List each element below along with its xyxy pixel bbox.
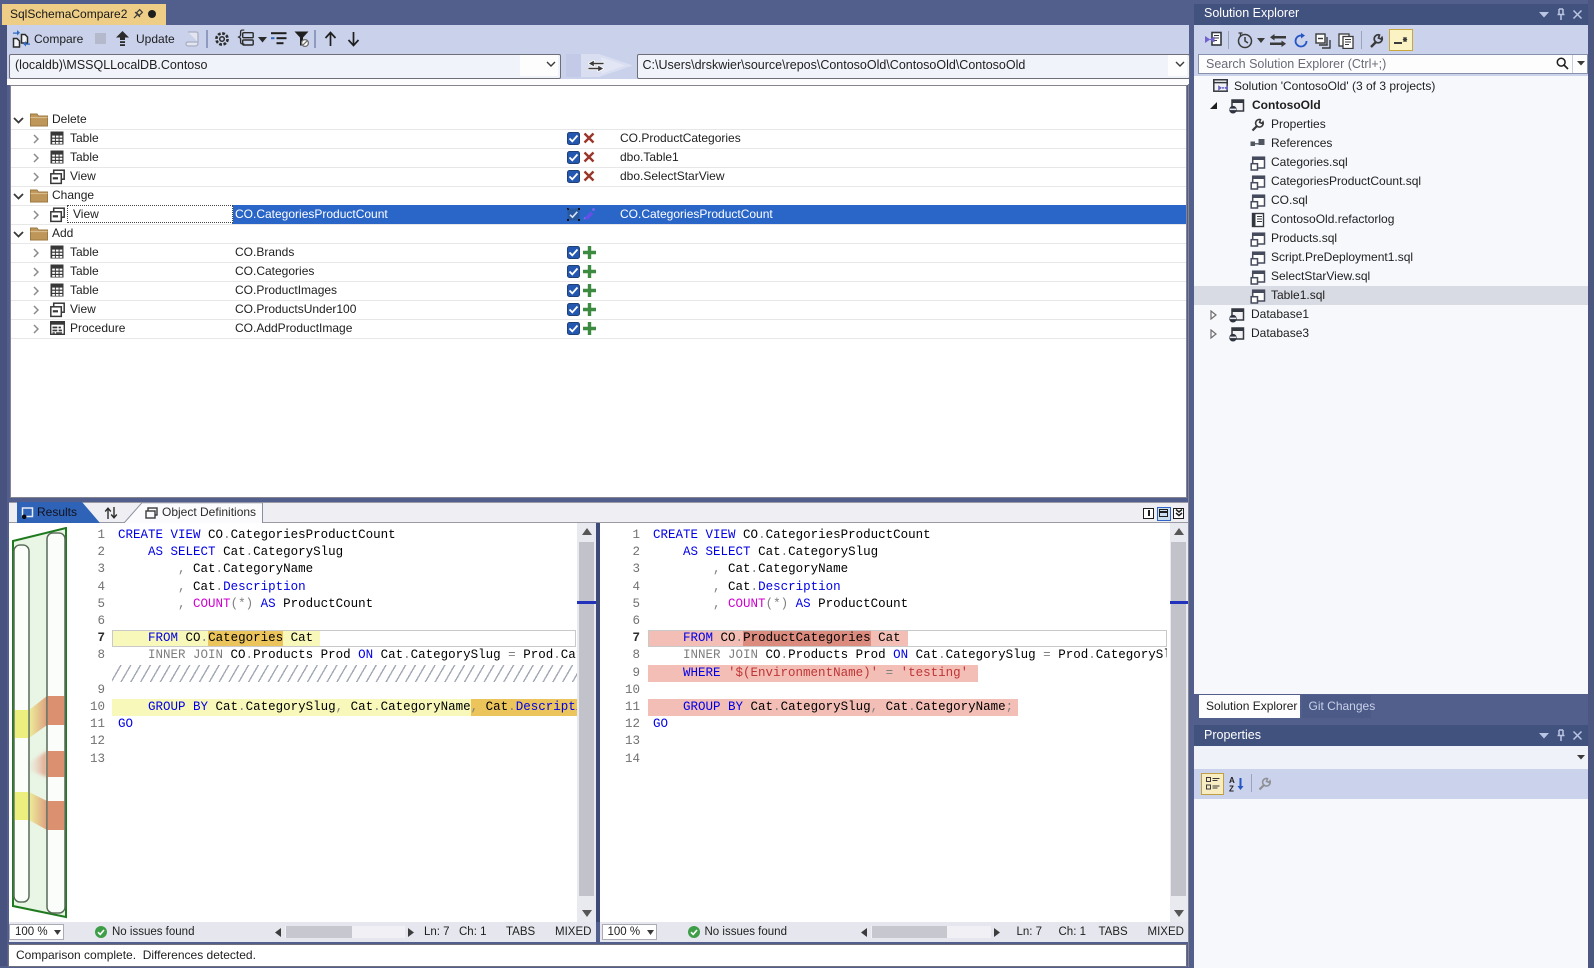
svg-text:Z: Z [1229,785,1234,793]
